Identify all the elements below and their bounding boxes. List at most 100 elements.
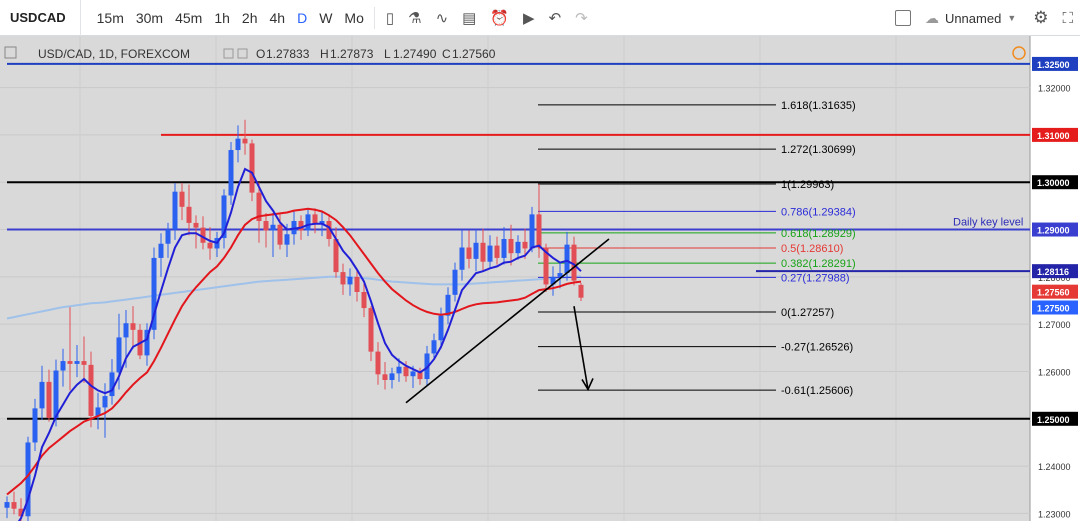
symbol-search[interactable]: USDCAD: [0, 0, 81, 36]
level-price-label: 1.25000: [1037, 415, 1070, 425]
price-badge-label: 1.27560: [1037, 288, 1070, 298]
candle-body: [501, 238, 507, 258]
candle-body: [81, 361, 87, 365]
candle-body: [284, 234, 290, 245]
candle-body: [46, 381, 52, 418]
timeframe-2h[interactable]: 2h: [236, 10, 264, 26]
candle-body: [32, 408, 38, 443]
legend-c-label: C: [442, 47, 451, 61]
candle-body: [431, 340, 437, 354]
candle-body: [480, 242, 486, 262]
templates-icon[interactable]: ▤: [455, 9, 483, 27]
candle-body: [207, 242, 213, 249]
fib-label: 0.382(1.28291): [781, 258, 856, 270]
candle-body: [4, 502, 10, 508]
legend-open: 1.27833: [266, 47, 310, 61]
legend-o-label: O: [256, 47, 265, 61]
candle-body: [410, 371, 416, 377]
candle-body: [263, 221, 269, 231]
candle-body: [312, 214, 318, 224]
candle-body: [333, 238, 339, 273]
candle-body: [277, 224, 283, 245]
timeframe-45m[interactable]: 45m: [169, 10, 208, 26]
fib-label: 0.5(1.28610): [781, 243, 843, 255]
candle-body: [375, 351, 381, 375]
chevron-down-icon[interactable]: ▼: [1007, 13, 1016, 23]
candles-icon[interactable]: ▯: [379, 9, 401, 27]
candle-body: [242, 138, 248, 144]
fib-label: 1(1.29963): [781, 179, 834, 191]
gear-icon[interactable]: ⚙: [1026, 8, 1055, 28]
candle-body: [578, 284, 584, 298]
level-price-label: 1.28116: [1037, 267, 1069, 277]
candle-body: [403, 366, 409, 377]
candle-body: [249, 143, 255, 193]
timeframe-30m[interactable]: 30m: [130, 10, 169, 26]
timeframe-15m[interactable]: 15m: [91, 10, 130, 26]
candle-body: [102, 396, 108, 408]
candle-body: [235, 138, 241, 151]
candle-body: [515, 241, 521, 254]
timeframe-w[interactable]: W: [313, 10, 338, 26]
timeframe-d[interactable]: D: [291, 10, 313, 26]
fib-label: 0(1.27257): [781, 307, 834, 319]
redo-icon[interactable]: ↷: [568, 9, 595, 27]
timeframe-4h[interactable]: 4h: [263, 10, 291, 26]
price-chart[interactable]: Daily key level 1.618(1.31635) 1.272(1.30…: [0, 36, 1080, 521]
candle-body: [67, 361, 73, 364]
candle-body: [522, 241, 528, 249]
level-price-label: 1.32500: [1037, 60, 1070, 70]
candle-body: [60, 361, 66, 371]
fib-label: 1.272(1.30699): [781, 144, 856, 156]
timeframe-1h[interactable]: 1h: [208, 10, 236, 26]
candle-body: [298, 221, 304, 231]
indicators-icon[interactable]: ∿: [429, 9, 456, 27]
candle-body: [508, 238, 514, 254]
alert-icon[interactable]: ⏰: [483, 9, 516, 27]
legend-title: USD/CAD, 1D, FOREXCOM: [38, 47, 190, 61]
select-checkbox[interactable]: [894, 10, 911, 26]
candle-body: [74, 361, 80, 364]
candle-body: [39, 381, 45, 409]
candle-body: [354, 276, 360, 292]
candle-body: [564, 244, 570, 274]
candle-body: [389, 373, 395, 380]
y-tick-label: 1.26000: [1038, 367, 1071, 377]
candle-body: [361, 291, 367, 309]
y-tick-label: 1.27000: [1038, 320, 1071, 330]
undo-icon[interactable]: ↶: [542, 9, 569, 27]
toolbar-divider: [373, 6, 375, 29]
fib-label: -0.61(1.25606): [781, 385, 853, 397]
candle-body: [179, 191, 185, 207]
candle-body: [193, 222, 199, 228]
fullscreen-icon[interactable]: ⛶: [1055, 10, 1080, 27]
candle-body: [536, 214, 542, 248]
candle-body: [382, 374, 388, 380]
candle-body: [340, 272, 346, 285]
candle-body: [473, 242, 479, 259]
fib-label: -0.27(1.26526): [781, 342, 853, 354]
candle-body: [11, 502, 17, 509]
compare-icon[interactable]: ⚗: [401, 9, 428, 27]
layout-name[interactable]: Unnamed: [945, 11, 1001, 26]
key-level-label: Daily key level: [953, 217, 1023, 229]
legend-h-label: H: [320, 47, 329, 61]
candle-body: [228, 150, 234, 196]
candle-body: [172, 191, 178, 230]
candle-body: [459, 247, 465, 270]
fib-label: 0.618(1.28929): [781, 228, 856, 240]
y-tick-label: 1.23000: [1038, 509, 1071, 519]
candle-body: [368, 308, 374, 352]
price-badge-label: 1.27500: [1037, 304, 1070, 314]
timeframe-mo[interactable]: Mo: [338, 10, 369, 26]
y-tick-label: 1.32000: [1038, 84, 1071, 94]
candle-body: [347, 276, 353, 285]
candle-body: [270, 224, 276, 231]
candle-body: [158, 243, 164, 258]
toolbar-right: ☁ Unnamed ▼ ⚙ ⛶: [881, 0, 1080, 36]
y-tick-label: 1.24000: [1038, 462, 1071, 472]
candle-body: [186, 206, 192, 223]
legend-l-label: L: [384, 47, 391, 61]
replay-icon[interactable]: ▶: [516, 9, 542, 27]
candle-body: [529, 214, 535, 249]
